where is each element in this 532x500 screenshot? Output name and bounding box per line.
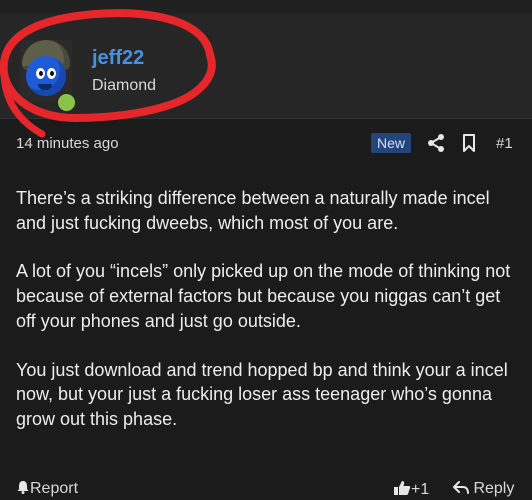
right-eye-graphic — [47, 68, 56, 79]
username-link[interactable]: jeff22 — [92, 47, 144, 70]
post-paragraph-3: You just download and trend hopped bp an… — [16, 359, 508, 429]
post-meta-row: 14 minutes ago New #1 — [0, 128, 532, 158]
reply-button[interactable]: Reply — [453, 480, 514, 498]
post-body: There’s a striking difference between a … — [16, 186, 516, 456]
blue-face-graphic — [26, 56, 66, 96]
reply-arrow-icon — [453, 481, 469, 494]
left-eye-graphic — [36, 68, 45, 79]
top-strip — [0, 0, 532, 14]
report-label: Report — [30, 480, 79, 497]
online-status-dot — [56, 92, 77, 113]
report-button[interactable]: Report — [16, 480, 78, 498]
bell-icon — [17, 481, 29, 494]
post-paragraph-2: A lot of you “incels” only picked up on … — [16, 261, 511, 331]
thumbs-up-icon — [394, 481, 411, 495]
like-count: +1 — [411, 481, 430, 498]
post-footer: Report +1 Reply — [0, 474, 532, 500]
share-icon[interactable] — [426, 133, 446, 153]
reply-label: Reply — [473, 480, 515, 497]
post-number-link[interactable]: #1 — [496, 135, 513, 152]
post-timestamp[interactable]: 14 minutes ago — [16, 135, 119, 152]
bookmark-icon[interactable] — [461, 133, 477, 153]
new-badge: New — [371, 133, 412, 153]
post-paragraph-1: There’s a striking difference between a … — [16, 188, 490, 233]
user-rank: Diamond — [92, 77, 157, 94]
post-author-header: jeff22 Diamond — [0, 14, 532, 119]
like-button[interactable]: +1 — [393, 480, 429, 499]
